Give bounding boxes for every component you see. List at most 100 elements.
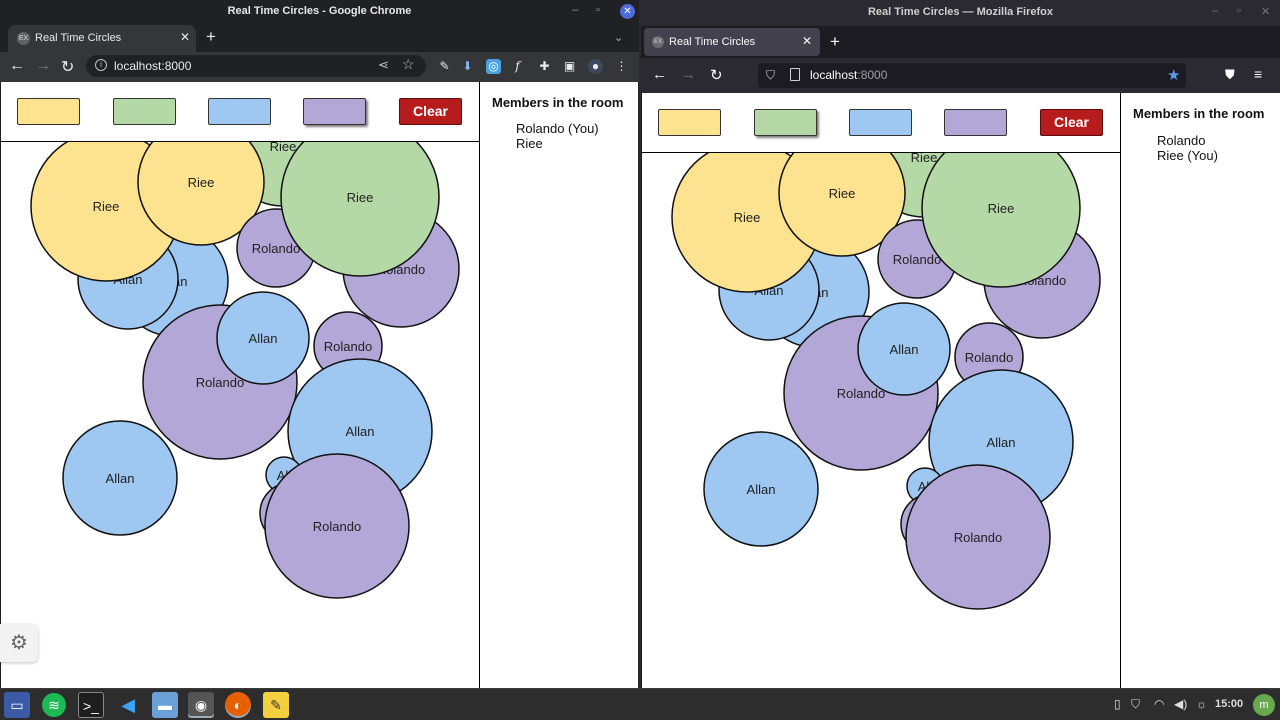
blue-swatch-button[interactable]: [208, 98, 271, 125]
circle-rolando[interactable]: Rolando: [905, 464, 1051, 610]
extension-formula-icon[interactable]: f: [510, 59, 525, 74]
circle-label: Rolando: [954, 530, 1002, 545]
back-button[interactable]: ←: [652, 66, 667, 83]
maximize-button[interactable]: ▫: [596, 4, 600, 16]
site-info-icon[interactable]: i: [95, 59, 107, 71]
terminal-icon[interactable]: >_: [78, 692, 104, 718]
minimize-button[interactable]: –: [572, 4, 578, 16]
firefox-titlebar[interactable]: Real Time Circles — Mozilla Firefox – ▫ …: [641, 0, 1280, 26]
firefox-menu-icon[interactable]: ≡: [1254, 66, 1262, 82]
url-port: :8000: [857, 68, 888, 82]
extensions-puzzle-icon[interactable]: ✚: [537, 59, 552, 74]
new-tab-button[interactable]: +: [206, 27, 216, 47]
bookmark-star-icon[interactable]: ☆: [402, 56, 415, 73]
yellow-swatch-button[interactable]: [17, 98, 80, 125]
circle-label: Riee: [93, 199, 120, 214]
chrome-tab[interactable]: EX Real Time Circles ✕: [8, 25, 196, 52]
circle-label: Riee: [911, 153, 938, 165]
wifi-icon[interactable]: ◠: [1154, 697, 1164, 711]
url-host: localhost: [810, 68, 858, 82]
forward-button[interactable]: →: [681, 66, 696, 83]
circles-svg[interactable]: Riee Allan Allan Riee Riee Rolando Rolando Riee…: [642, 153, 1120, 688]
bookmark-star-icon[interactable]: ★: [1167, 66, 1180, 84]
pocket-icon[interactable]: ⛊: [1225, 67, 1235, 83]
clear-button[interactable]: Clear: [1040, 109, 1103, 136]
circle-label: Rolando: [893, 252, 941, 267]
address-bar[interactable]: i localhost:8000 ⋖ ☆: [86, 55, 426, 77]
chrome-window-title: Real Time Circles - Google Chrome: [227, 5, 412, 17]
circle-label: Riee: [829, 186, 856, 201]
mint-menu-icon[interactable]: m: [1253, 694, 1275, 716]
new-tab-button[interactable]: +: [830, 32, 840, 52]
tab-close-icon[interactable]: ✕: [802, 34, 812, 48]
circle-label: Allan: [249, 331, 278, 346]
back-button[interactable]: ←: [9, 57, 25, 75]
taskbar: ▭ ≋ >_ ◀ ▬ ◉ ◐ ✎ ▯ ⛉ ◠ ◀) ☼ 15:00 m: [0, 688, 1280, 720]
extension-download-icon[interactable]: ⬇: [460, 59, 475, 74]
clock[interactable]: 15:00: [1215, 698, 1243, 710]
close-window-button[interactable]: ✕: [620, 4, 635, 19]
tab-title: Real Time Circles: [669, 36, 756, 48]
tracking-shield-icon[interactable]: ⛉: [766, 68, 775, 83]
tab-search-chevron-icon[interactable]: ⌄: [614, 31, 623, 44]
extension-edit-icon[interactable]: ✎: [437, 59, 452, 74]
extension-camera-icon[interactable]: ◎: [486, 59, 501, 74]
url-text[interactable]: localhost:8000: [810, 68, 887, 82]
tab-favicon-icon: EX: [652, 36, 664, 48]
page-info-icon[interactable]: [790, 68, 800, 81]
tab-close-icon[interactable]: ✕: [180, 30, 190, 44]
circle-rolando[interactable]: Rolando: [264, 453, 410, 599]
circle-canvas[interactable]: Riee Allan Allan Riee Riee Rolando Rolando Riee…: [642, 153, 1120, 688]
vscode-icon[interactable]: ◀: [115, 692, 141, 718]
green-swatch-button[interactable]: [113, 98, 176, 125]
purple-swatch-button[interactable]: [944, 109, 1007, 136]
url-text[interactable]: localhost:8000: [114, 59, 191, 73]
firefox-tab[interactable]: EX Real Time Circles ✕: [644, 28, 820, 56]
circle-label: Allan: [987, 435, 1016, 450]
settings-gear-icon[interactable]: ⚙: [0, 624, 38, 662]
circle-allan[interactable]: Allan: [857, 302, 951, 396]
circles-svg[interactable]: Riee Allan Allan Riee Riee Rolando Rolando Riee…: [1, 142, 479, 688]
spotify-icon[interactable]: ≋: [42, 693, 66, 717]
close-window-button[interactable]: ✕: [1261, 5, 1270, 18]
circle-canvas[interactable]: Riee Allan Allan Riee Riee Rolando Rolando Riee…: [1, 142, 479, 688]
circle-label: Allan: [890, 342, 919, 357]
volume-icon[interactable]: ◀): [1174, 697, 1187, 711]
files-folder-icon[interactable]: ▬: [152, 692, 178, 718]
green-swatch-button[interactable]: [754, 109, 817, 136]
yellow-swatch-button[interactable]: [658, 109, 721, 136]
firefox-toolbar: ← → ↻ ⛉ localhost:8000 ★ ⛊ ≡: [641, 58, 1280, 93]
notes-icon[interactable]: ✎: [263, 692, 289, 718]
blue-swatch-button[interactable]: [849, 109, 912, 136]
profile-avatar[interactable]: ●: [588, 59, 603, 74]
firefox-taskbar-icon[interactable]: ◐: [225, 692, 251, 718]
circle-label: Riee: [347, 190, 374, 205]
circle-label: Allan: [747, 482, 776, 497]
member-item: Riee (You): [1157, 148, 1218, 163]
share-icon[interactable]: ⋖: [378, 57, 389, 73]
circle-label: Rolando: [313, 519, 361, 534]
forward-button[interactable]: →: [35, 57, 51, 75]
show-desktop-icon[interactable]: ▭: [4, 692, 30, 718]
circle-label: Rolando: [837, 386, 885, 401]
chrome-titlebar[interactable]: Real Time Circles - Google Chrome – ▫ ✕: [0, 0, 639, 24]
tray-indicator-icon[interactable]: ▯: [1114, 697, 1121, 711]
maximize-button[interactable]: ▫: [1237, 5, 1241, 17]
firefox-page: Clear Riee Allan Allan Riee Riee Rolando Rolan…: [642, 93, 1280, 688]
circle-allan[interactable]: Allan: [62, 420, 178, 536]
chrome-taskbar-icon[interactable]: ◉: [188, 692, 214, 718]
member-item: Riee: [516, 136, 543, 151]
circle-label: Allan: [346, 424, 375, 439]
chrome-menu-icon[interactable]: ⋮: [614, 59, 629, 74]
circle-allan[interactable]: Allan: [703, 431, 819, 547]
circle-allan[interactable]: Allan: [216, 291, 310, 385]
address-bar[interactable]: ⛉ localhost:8000 ★: [758, 63, 1186, 88]
side-panel-icon[interactable]: ▣: [562, 59, 577, 74]
shield-tray-icon[interactable]: ⛉: [1131, 697, 1140, 712]
minimize-button[interactable]: –: [1212, 5, 1218, 17]
brightness-icon[interactable]: ☼: [1196, 697, 1207, 711]
reload-button[interactable]: ↻: [61, 57, 74, 77]
purple-swatch-button[interactable]: [303, 98, 366, 125]
reload-button[interactable]: ↻: [710, 66, 723, 84]
clear-button[interactable]: Clear: [399, 98, 462, 125]
